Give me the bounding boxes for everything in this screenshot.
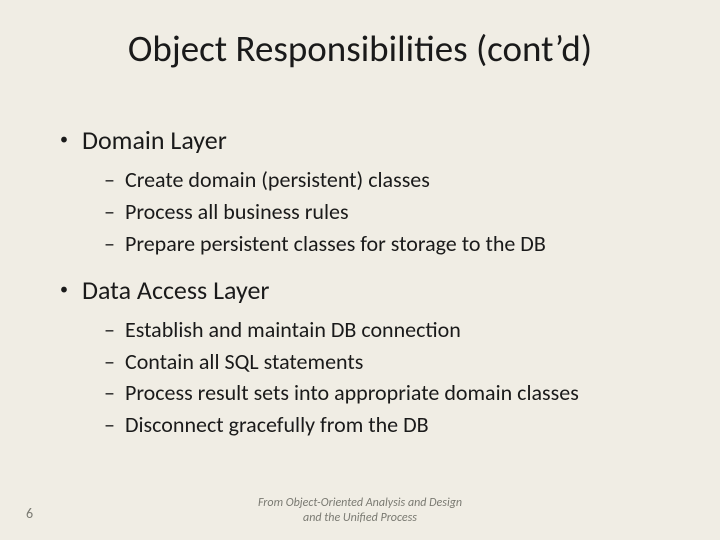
section-heading: • Domain Layer bbox=[60, 124, 680, 156]
list-item: – Process result sets into appropriate d… bbox=[104, 377, 680, 409]
list-item-text: Establish and maintain DB connection bbox=[125, 314, 461, 346]
list-item-text: Disconnect gracefully from the DB bbox=[125, 409, 429, 441]
list-item: – Contain all SQL statements bbox=[104, 346, 680, 378]
attribution-line: From Object-Oriented Analysis and Design bbox=[258, 496, 462, 510]
list-item-text: Create domain (persistent) classes bbox=[125, 164, 430, 196]
list-item-text: Process result sets into appropriate dom… bbox=[125, 377, 579, 409]
dash-icon: – bbox=[104, 314, 115, 346]
list-item-text: Contain all SQL statements bbox=[125, 346, 363, 378]
list-item: – Create domain (persistent) classes bbox=[104, 164, 680, 196]
slide: Object Responsibilities (cont’d) • Domai… bbox=[0, 0, 720, 540]
sub-list: – Establish and maintain DB connection –… bbox=[104, 314, 680, 442]
slide-title: Object Responsibilities (cont’d) bbox=[0, 26, 720, 71]
section-heading-text: Data Access Layer bbox=[82, 274, 269, 306]
slide-footer: 6 From Object-Oriented Analysis and Desi… bbox=[0, 496, 720, 526]
dash-icon: – bbox=[104, 377, 115, 409]
section-heading: • Data Access Layer bbox=[60, 274, 680, 306]
bullet-dot-icon: • bbox=[60, 132, 68, 148]
section-heading-text: Domain Layer bbox=[82, 124, 227, 156]
slide-content: • Domain Layer – Create domain (persiste… bbox=[60, 120, 680, 455]
dash-icon: – bbox=[104, 164, 115, 196]
list-item-text: Process all business rules bbox=[125, 196, 349, 228]
attribution: From Object-Oriented Analysis and Design… bbox=[0, 496, 720, 526]
dash-icon: – bbox=[104, 228, 115, 260]
dash-icon: – bbox=[104, 196, 115, 228]
dash-icon: – bbox=[104, 346, 115, 378]
sub-list: – Create domain (persistent) classes – P… bbox=[104, 164, 680, 260]
attribution-line: and the Unified Process bbox=[303, 511, 417, 525]
list-item-text: Prepare persistent classes for storage t… bbox=[125, 228, 546, 260]
dash-icon: – bbox=[104, 409, 115, 441]
bullet-dot-icon: • bbox=[60, 282, 68, 298]
list-item: – Process all business rules bbox=[104, 196, 680, 228]
list-item: – Disconnect gracefully from the DB bbox=[104, 409, 680, 441]
list-item: – Establish and maintain DB connection bbox=[104, 314, 680, 346]
list-item: – Prepare persistent classes for storage… bbox=[104, 228, 680, 260]
